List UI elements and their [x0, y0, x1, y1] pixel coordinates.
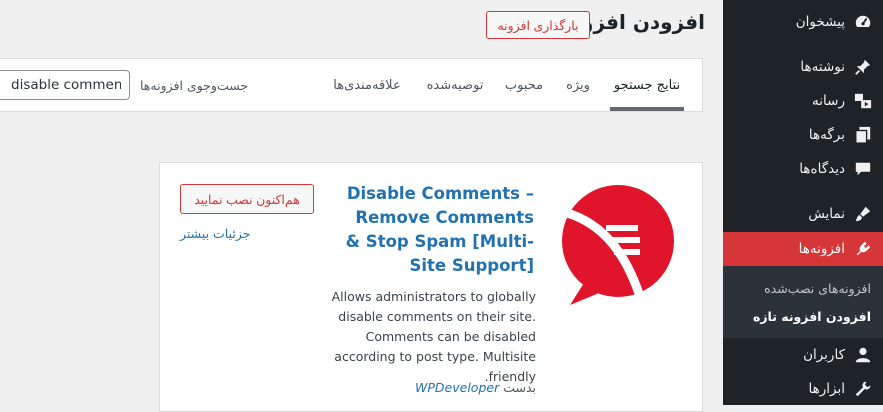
menu-item-label: افزونه‌ها: [798, 241, 845, 257]
plugin-card: Disable Comments – Remove Comments & Sto…: [159, 162, 703, 412]
admin-sidebar: پیشخوان نوشته‌ها رسانه برگه‌ها دیدگاه‌ها…: [715, 0, 883, 406]
tab-featured[interactable]: ویژه: [560, 59, 596, 111]
pushpin-icon: [853, 57, 873, 77]
plugins-submenu: افزونه‌های نصب‌شده افزودن افزونه تازه: [723, 266, 883, 338]
menu-item-label: برگه‌ها: [808, 127, 845, 143]
submenu-add-new-plugin[interactable]: افزودن افزونه تازه: [723, 304, 883, 328]
tab-search-results[interactable]: نتایج جستجو: [610, 59, 684, 111]
menu-item-dashboard[interactable]: پیشخوان: [723, 5, 883, 39]
dashboard-icon: [853, 12, 873, 32]
plugin-author-line: بدست WPDeveloper: [310, 380, 536, 395]
menu-item-label: نوشته‌ها: [800, 59, 845, 75]
plugins-icon: [853, 239, 873, 259]
menu-item-comments[interactable]: دیدگاه‌ها: [723, 152, 883, 186]
submenu-label: افزونه‌های نصب‌شده: [764, 280, 871, 296]
install-now-button[interactable]: هم‌اکنون نصب نمایید: [180, 184, 314, 214]
menu-item-label: رسانه: [812, 93, 845, 109]
menu-item-users[interactable]: کاربران: [723, 338, 883, 372]
tab-popular[interactable]: محبوب: [503, 59, 545, 111]
menu-item-pages[interactable]: برگه‌ها: [723, 118, 883, 152]
search-plugins-label: جست‌وجوی افزونه‌ها: [140, 78, 249, 93]
paintbrush-icon: [853, 204, 873, 224]
menu-item-appearance[interactable]: نمایش: [723, 197, 883, 231]
menu-item-label: نمایش: [808, 206, 845, 222]
search-plugins-input[interactable]: [0, 70, 130, 100]
tab-favorites[interactable]: علاقه‌مندی‌ها: [328, 59, 406, 111]
submenu-label: افزودن افزونه تازه: [752, 308, 871, 324]
menu-item-tools[interactable]: ابزارها: [723, 372, 883, 406]
tools-icon: [853, 379, 873, 399]
users-icon: [853, 345, 873, 365]
menu-item-media[interactable]: رسانه: [723, 84, 883, 118]
comments-icon: [853, 159, 873, 179]
media-icon: [853, 91, 873, 111]
tab-recommended[interactable]: توصیه‌شده: [424, 59, 486, 111]
upload-plugin-button[interactable]: بارگذاری افزونه: [486, 11, 590, 39]
plugin-name-link[interactable]: Disable Comments – Remove Comments & Sto…: [342, 182, 534, 278]
author-link[interactable]: WPDeveloper: [415, 380, 499, 395]
menu-item-label: ابزارها: [808, 381, 845, 397]
pages-icon: [853, 125, 873, 145]
menu-item-label: پیشخوان: [795, 14, 845, 30]
more-details-link[interactable]: جزئیات بیشتر: [180, 226, 256, 241]
disable-comments-logo-icon: [558, 185, 674, 305]
menu-item-plugins[interactable]: افزونه‌ها: [715, 232, 883, 266]
plugin-filter-bar: نتایج جستجو ویژه محبوب توصیه‌شده علاقه‌م…: [0, 58, 703, 112]
plugin-description: Allows administrators to globally disabl…: [331, 289, 536, 384]
author-prefix: بدست: [503, 380, 536, 395]
menu-item-label: کاربران: [803, 347, 845, 363]
menu-item-posts[interactable]: نوشته‌ها: [723, 50, 883, 84]
menu-item-label: دیدگاه‌ها: [799, 161, 845, 177]
submenu-installed-plugins[interactable]: افزونه‌های نصب‌شده: [723, 276, 883, 300]
